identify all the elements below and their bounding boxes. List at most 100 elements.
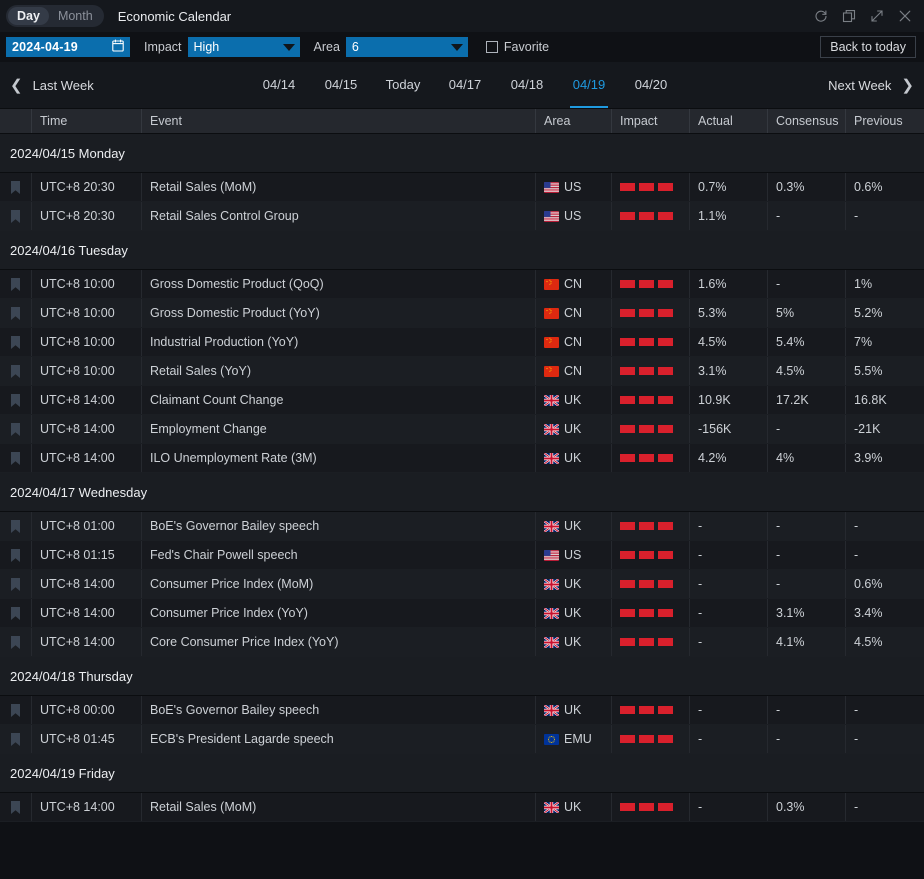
cell-impact <box>612 328 690 356</box>
impact-bar <box>620 580 635 588</box>
bookmark-icon[interactable] <box>0 696 32 724</box>
table-row[interactable]: UTC+8 10:00 Gross Domestic Product (QoQ) C… <box>0 270 924 299</box>
day-group-header: 2024/04/16 Tuesday <box>0 231 924 270</box>
date-picker[interactable]: 2024-04-19 <box>6 37 130 57</box>
day-tab-04-19[interactable]: 04/19 <box>558 62 620 108</box>
impact-bars <box>620 522 673 530</box>
bookmark-icon[interactable] <box>0 512 32 540</box>
day-tab-04-20[interactable]: 04/20 <box>620 62 682 108</box>
cell-previous: 7% <box>854 335 873 349</box>
cell-previous: - <box>854 209 859 223</box>
cell-time: UTC+8 01:15 <box>32 541 142 569</box>
impact-bar <box>620 638 635 646</box>
view-toggle-month[interactable]: Month <box>49 7 102 25</box>
impact-bar <box>658 706 673 714</box>
day-tab-04-18[interactable]: 04/18 <box>496 62 558 108</box>
cell-area: US <box>536 202 612 230</box>
table-row[interactable]: UTC+8 01:00 BoE's Governor Bailey speech U… <box>0 512 924 541</box>
impact-bar <box>620 522 635 530</box>
uk-flag-icon <box>544 520 559 532</box>
day-tab-04-14[interactable]: 04/14 <box>248 62 310 108</box>
view-toggle-day[interactable]: Day <box>8 7 49 25</box>
bookmark-icon[interactable] <box>0 725 32 753</box>
cell-consensus: 0.3% <box>768 793 846 821</box>
calendar-icon <box>112 39 124 55</box>
bookmark-icon[interactable] <box>0 173 32 201</box>
cell-consensus: - <box>768 541 846 569</box>
bookmark-icon[interactable] <box>0 415 32 443</box>
impact-bars <box>620 551 673 559</box>
cell-impact <box>612 202 690 230</box>
bookmark-icon[interactable] <box>0 599 32 627</box>
cell-consensus: 4% <box>768 444 846 472</box>
bookmark-icon[interactable] <box>0 444 32 472</box>
table-row[interactable]: UTC+8 14:00 Consumer Price Index (MoM) UK -… <box>0 570 924 599</box>
impact-bars <box>620 396 673 404</box>
cell-area-label: US <box>564 180 582 194</box>
restore-icon[interactable] <box>842 9 856 23</box>
table-row[interactable]: UTC+8 01:45 ECB's President Lagarde speec… <box>0 725 924 754</box>
bookmark-icon[interactable] <box>0 270 32 298</box>
impact-bar <box>620 454 635 462</box>
table-row[interactable]: UTC+8 01:15 Fed's Chair Powell speech US - -… <box>0 541 924 570</box>
bookmark-icon[interactable] <box>0 299 32 327</box>
table-row[interactable]: UTC+8 14:00 Claimant Count Change UK 10.9K 1… <box>0 386 924 415</box>
favorite-checkbox[interactable]: Favorite <box>485 40 549 54</box>
cell-area-label: CN <box>564 364 583 378</box>
bookmark-icon[interactable] <box>0 570 32 598</box>
cell-event: Claimant Count Change <box>142 386 536 414</box>
day-tab-04-15[interactable]: 04/15 <box>310 62 372 108</box>
cell-previous: 5.2% <box>854 306 883 320</box>
cell-actual: 1.1% <box>690 202 768 230</box>
cell-time: UTC+8 01:45 <box>32 725 142 753</box>
bookmark-icon[interactable] <box>0 328 32 356</box>
cell-impact <box>612 541 690 569</box>
expand-icon[interactable] <box>870 9 884 23</box>
cell-area: UK <box>536 628 612 656</box>
next-week-label: Next Week <box>828 77 892 93</box>
cell-area-label: UK <box>564 606 582 620</box>
last-week-button[interactable]: ❮ Last Week <box>10 78 94 93</box>
day-tab-04-17[interactable]: 04/17 <box>434 62 496 108</box>
cell-consensus: - <box>768 512 846 540</box>
next-week-button[interactable]: Next Week ❯ <box>828 78 914 93</box>
impact-bar <box>639 551 654 559</box>
table-row[interactable]: UTC+8 14:00 ILO Unemployment Rate (3M) UK 4… <box>0 444 924 473</box>
impact-bars <box>620 454 673 462</box>
cell-event: Consumer Price Index (YoY) <box>142 599 536 627</box>
day-tab-today[interactable]: Today <box>372 62 434 108</box>
bookmark-icon[interactable] <box>0 793 32 821</box>
cell-impact <box>612 386 690 414</box>
bookmark-icon[interactable] <box>0 357 32 385</box>
view-toggle[interactable]: Day Month <box>6 5 104 27</box>
bookmark-icon[interactable] <box>0 541 32 569</box>
area-select[interactable]: 6 <box>345 37 468 57</box>
cell-time: UTC+8 10:00 <box>32 270 142 298</box>
close-icon[interactable] <box>898 9 912 23</box>
table-row[interactable]: UTC+8 00:00 BoE's Governor Bailey speech U… <box>0 696 924 725</box>
table-row[interactable]: UTC+8 10:00 Industrial Production (YoY) CN… <box>0 328 924 357</box>
table-row[interactable]: UTC+8 14:00 Consumer Price Index (YoY) UK -… <box>0 599 924 628</box>
impact-bar <box>639 522 654 530</box>
cell-consensus: 5% <box>768 299 846 327</box>
table-row[interactable]: UTC+8 14:00 Retail Sales (MoM) UK -0.3% - <box>0 793 924 822</box>
impact-bars <box>620 367 673 375</box>
table-row[interactable]: UTC+8 14:00 Core Consumer Price Index (Yo… <box>0 628 924 657</box>
impact-bar <box>639 706 654 714</box>
table-row[interactable]: UTC+8 20:30 Retail Sales (MoM) US 0.7% 0.3% 0… <box>0 173 924 202</box>
table-row[interactable]: UTC+8 10:00 Retail Sales (YoY) CN 3.1% 4.5% 5… <box>0 357 924 386</box>
table-row[interactable]: UTC+8 20:30 Retail Sales Control Group US 1… <box>0 202 924 231</box>
cell-area-label: CN <box>564 277 583 291</box>
refresh-icon[interactable] <box>814 9 828 23</box>
cell-event: BoE's Governor Bailey speech <box>142 512 536 540</box>
impact-bar <box>620 212 635 220</box>
bookmark-icon[interactable] <box>0 386 32 414</box>
impact-select[interactable]: High <box>187 37 300 57</box>
bookmark-icon[interactable] <box>0 202 32 230</box>
impact-bar <box>639 338 654 346</box>
bookmark-icon[interactable] <box>0 628 32 656</box>
table-row[interactable]: UTC+8 14:00 Employment Change UK -156K - -21K <box>0 415 924 444</box>
table-row[interactable]: UTC+8 10:00 Gross Domestic Product (YoY) C… <box>0 299 924 328</box>
column-header-time: Time <box>32 109 142 133</box>
back-to-today-button[interactable]: Back to today <box>820 36 916 58</box>
